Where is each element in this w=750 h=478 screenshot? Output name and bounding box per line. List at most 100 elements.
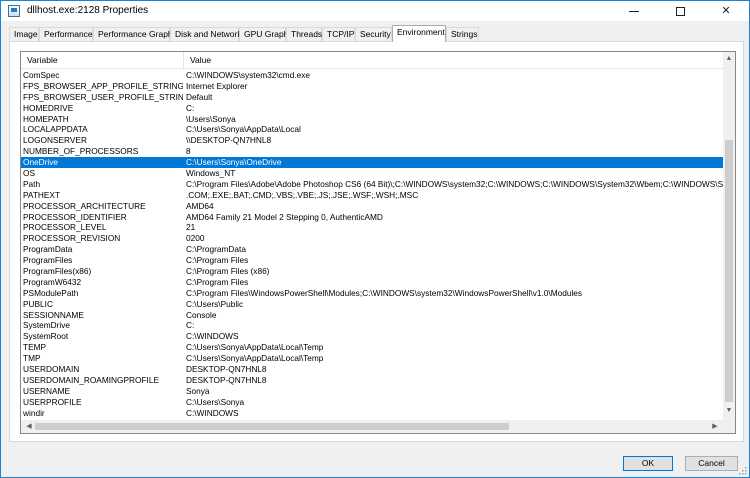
list-item[interactable]: ComSpec C:\WINDOWS\system32\cmd.exe bbox=[21, 70, 723, 81]
column-header-value[interactable]: Value bbox=[184, 52, 724, 68]
tab-image[interactable]: Image bbox=[9, 27, 39, 41]
value-cell: C:\Users\Public bbox=[186, 298, 244, 309]
ok-button[interactable]: OK bbox=[623, 456, 673, 471]
variable-cell: OneDrive bbox=[23, 157, 59, 168]
list-item[interactable]: ProgramFiles C:\Program Files bbox=[21, 255, 723, 266]
list-item[interactable]: OS Windows_NT bbox=[21, 168, 723, 179]
value-cell: C:\WINDOWS bbox=[186, 331, 239, 342]
cancel-button[interactable]: Cancel bbox=[685, 456, 738, 471]
list-item[interactable]: USERPROFILE C:\Users\Sonya bbox=[21, 397, 723, 408]
environment-list[interactable]: Variable Value ComSpec C:\WINDOWS\system3… bbox=[20, 51, 736, 434]
list-rows: ComSpec C:\WINDOWS\system32\cmd.exe FPS_BR… bbox=[21, 70, 723, 420]
value-cell: Console bbox=[186, 309, 217, 320]
maximize-icon bbox=[675, 6, 685, 16]
tab-threads[interactable]: Threads bbox=[286, 27, 322, 41]
tab-strings[interactable]: Strings bbox=[446, 27, 479, 41]
list-item[interactable]: ProgramFiles(x86) C:\Program Files (x86) bbox=[21, 266, 723, 277]
variable-cell: OS bbox=[23, 168, 35, 179]
list-item[interactable]: HOMEDRIVE C: bbox=[21, 103, 723, 114]
value-cell: C:\Users\Sonya bbox=[186, 396, 245, 407]
minimize-button[interactable] bbox=[611, 1, 657, 21]
list-item[interactable]: USERDOMAIN DESKTOP-QN7HNL8 bbox=[21, 364, 723, 375]
list-item[interactable]: Path C:\Program Files\Adobe\Adobe Photosh… bbox=[21, 179, 723, 190]
variable-cell: USERPROFILE bbox=[23, 396, 82, 407]
variable-cell: SystemDrive bbox=[23, 320, 71, 331]
value-cell: C:\Program Files bbox=[186, 255, 249, 266]
list-item[interactable]: NUMBER_OF_PROCESSORS 8 bbox=[21, 146, 723, 157]
value-cell: 8 bbox=[186, 146, 191, 157]
list-item[interactable]: HOMEPATH \Users\Sonya bbox=[21, 114, 723, 125]
vertical-scrollbar[interactable]: ▲ ▼ bbox=[723, 52, 735, 420]
variable-cell: PUBLIC bbox=[23, 298, 53, 309]
variable-cell: windir bbox=[23, 407, 45, 418]
scroll-right-icon[interactable]: ▶ bbox=[709, 420, 721, 433]
value-cell: C:\Users\Sonya\OneDrive bbox=[186, 157, 282, 168]
tab-security[interactable]: Security bbox=[355, 27, 392, 41]
variable-cell: TMP bbox=[23, 353, 41, 364]
list-item[interactable]: PUBLIC C:\Users\Public bbox=[21, 299, 723, 310]
variable-cell: FPS_BROWSER_APP_PROFILE_STRING bbox=[23, 80, 183, 91]
list-item[interactable]: PROCESSOR_REVISION 0200 bbox=[21, 233, 723, 244]
list-item[interactable]: USERNAME Sonya bbox=[21, 386, 723, 397]
horizontal-scrollbar[interactable]: ◀ ▶ bbox=[21, 420, 723, 433]
list-item[interactable]: USERDOMAIN_ROAMINGPROFILE DESKTOP-QN7HNL8 bbox=[21, 375, 723, 386]
list-item[interactable]: SESSIONNAME Console bbox=[21, 310, 723, 321]
vertical-scroll-thumb[interactable] bbox=[725, 140, 733, 402]
close-button[interactable]: ✕ bbox=[703, 1, 749, 21]
variable-cell: HOMEPATH bbox=[23, 113, 69, 124]
list-item[interactable]: ProgramW6432 C:\Program Files bbox=[21, 277, 723, 288]
value-cell: C: bbox=[186, 320, 195, 331]
scroll-left-icon[interactable]: ◀ bbox=[23, 420, 35, 433]
scroll-down-icon[interactable]: ▼ bbox=[723, 405, 735, 417]
list-item[interactable]: LOGONSERVER \\DESKTOP-QN7HNL8 bbox=[21, 135, 723, 146]
list-item[interactable]: FPS_BROWSER_USER_PROFILE_STRING Default bbox=[21, 92, 723, 103]
value-cell: C:\Program Files (x86) bbox=[186, 266, 270, 277]
tab-environment[interactable]: Environment bbox=[392, 25, 446, 42]
variable-cell: PATHEXT bbox=[23, 189, 61, 200]
value-cell: C:\Program Files\Adobe\Adobe Photoshop C… bbox=[186, 178, 723, 189]
list-item[interactable]: SystemDrive C: bbox=[21, 320, 723, 331]
tab-performance[interactable]: Performance bbox=[39, 27, 93, 41]
title-bar[interactable]: dllhost.exe:2128 Properties ✕ bbox=[1, 1, 749, 21]
maximize-button[interactable] bbox=[657, 1, 703, 21]
variable-cell: Path bbox=[23, 178, 41, 189]
horizontal-scroll-thumb[interactable] bbox=[35, 423, 509, 430]
value-cell: Internet Explorer bbox=[186, 80, 248, 91]
variable-cell: PROCESSOR_REVISION bbox=[23, 233, 121, 244]
list-item[interactable]: OneDrive C:\Users\Sonya\OneDrive bbox=[21, 157, 723, 169]
resize-grip-icon[interactable] bbox=[739, 467, 747, 475]
list-item[interactable]: PROCESSOR_IDENTIFIER AMD64 Family 21 Mode… bbox=[21, 212, 723, 223]
value-cell: Default bbox=[186, 91, 213, 102]
value-cell: DESKTOP-QN7HNL8 bbox=[186, 374, 267, 385]
properties-window: dllhost.exe:2128 Properties ✕ Image Perf… bbox=[0, 0, 750, 478]
scroll-up-icon[interactable]: ▲ bbox=[723, 53, 735, 65]
close-icon: ✕ bbox=[721, 5, 731, 17]
list-item[interactable]: SystemRoot C:\WINDOWS bbox=[21, 331, 723, 342]
list-item[interactable]: ProgramData C:\ProgramData bbox=[21, 244, 723, 255]
list-item[interactable]: LOCALAPPDATA C:\Users\Sonya\AppData\Local bbox=[21, 124, 723, 135]
list-item[interactable]: PROCESSOR_LEVEL 21 bbox=[21, 222, 723, 233]
list-item[interactable]: PROCESSOR_ARCHITECTURE AMD64 bbox=[21, 201, 723, 212]
column-header-variable[interactable]: Variable bbox=[21, 52, 184, 68]
list-header: Variable Value bbox=[21, 52, 735, 69]
tab-performance-graph[interactable]: Performance Graph bbox=[93, 27, 173, 41]
value-cell: Sonya bbox=[186, 385, 210, 396]
value-cell: DESKTOP-QN7HNL8 bbox=[186, 364, 267, 375]
list-item[interactable]: FPS_BROWSER_APP_PROFILE_STRING Internet E… bbox=[21, 81, 723, 92]
value-cell: \Users\Sonya bbox=[186, 113, 236, 124]
variable-cell: TEMP bbox=[23, 342, 47, 353]
list-item[interactable]: PATHEXT .COM;.EXE;.BAT;.CMD;.VBS;.VBE;.JS… bbox=[21, 190, 723, 201]
value-cell: C:\ProgramData bbox=[186, 244, 246, 255]
tab-tcp-ip[interactable]: TCP/IP bbox=[322, 27, 355, 41]
tab-gpu-graph[interactable]: GPU Graph bbox=[239, 27, 288, 41]
list-item[interactable]: PSModulePath C:\Program Files\WindowsPowe… bbox=[21, 288, 723, 299]
value-cell: C:\Program Files\WindowsPowerShell\Modul… bbox=[186, 287, 583, 298]
value-cell: \\DESKTOP-QN7HNL8 bbox=[186, 135, 272, 146]
list-item[interactable]: TEMP C:\Users\Sonya\AppData\Local\Temp bbox=[21, 342, 723, 353]
list-item[interactable]: TMP C:\Users\Sonya\AppData\Local\Temp bbox=[21, 353, 723, 364]
tab-disk-and-network[interactable]: Disk and Network bbox=[170, 27, 242, 41]
value-cell: C:\WINDOWS bbox=[186, 407, 239, 418]
list-item[interactable]: windir C:\WINDOWS bbox=[21, 408, 723, 419]
value-cell: C:\WINDOWS\system32\cmd.exe bbox=[186, 70, 311, 80]
variable-cell: LOGONSERVER bbox=[23, 135, 87, 146]
